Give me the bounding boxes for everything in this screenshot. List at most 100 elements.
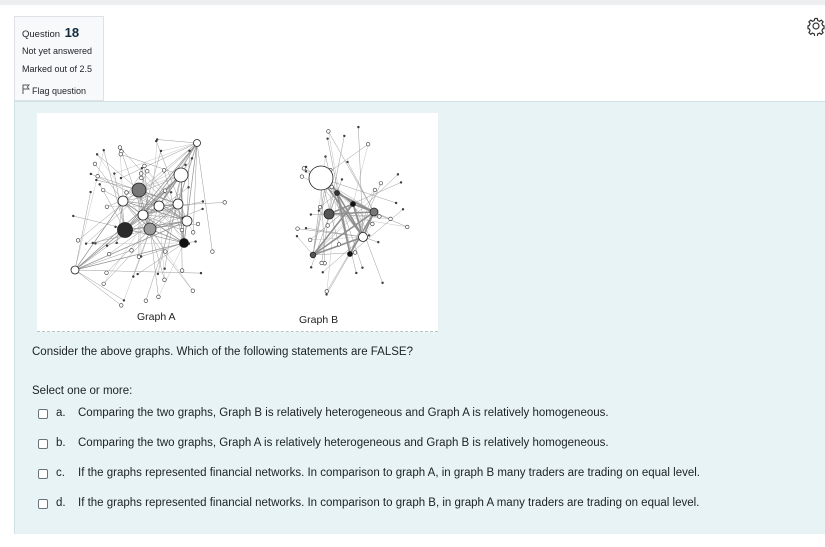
option-a-letter: a. xyxy=(56,407,66,419)
graph-a-leaf-node xyxy=(119,176,123,180)
graph-a-leaf-node xyxy=(129,248,134,253)
graph-b-leaf-node xyxy=(299,174,305,179)
graph-a-edge xyxy=(120,154,182,176)
option-a-text[interactable]: Comparing the two graphs, Graph B is rel… xyxy=(78,407,609,419)
graph-b-edge xyxy=(349,209,404,255)
graph-a-leaf-node xyxy=(162,277,167,282)
graph-a-leaf-node xyxy=(95,178,98,182)
graph-a-leaf-node xyxy=(115,241,118,245)
graph-b-hub-node xyxy=(369,207,379,217)
graph-a-network xyxy=(70,138,227,308)
graph-a-leaf-node xyxy=(118,152,123,157)
option-d[interactable]: d. If the graphs represented financial n… xyxy=(38,496,798,514)
graph-b-edges xyxy=(296,127,408,295)
graph-a-leaf-node xyxy=(156,294,161,299)
graph-a-leaf-node xyxy=(139,171,144,176)
graph-a-leaf-node xyxy=(75,238,81,243)
graph-a-edge xyxy=(123,228,151,301)
option-a[interactable]: a. Comparing the two graphs, Graph B is … xyxy=(38,406,798,424)
graph-b-leaf-node xyxy=(295,235,299,238)
graph-b-leaf-node xyxy=(309,266,313,269)
option-c-text[interactable]: If the graphs represented financial netw… xyxy=(78,467,700,479)
option-b-text[interactable]: Comparing the two graphs, Graph A is rel… xyxy=(78,437,609,449)
graph-b-leaf-node xyxy=(304,165,308,169)
graph-a-leaf-node xyxy=(143,298,148,303)
graph-b-hub-node xyxy=(309,251,317,259)
graph-a-leaf-node xyxy=(201,207,204,211)
graph-a-edge xyxy=(74,269,125,301)
graph-b-network xyxy=(295,125,410,296)
graph-a-hub-node xyxy=(70,265,80,275)
graph-a-hub-node xyxy=(153,200,165,212)
graph-b-leaf-node xyxy=(361,266,364,269)
graph-a-leaf-node xyxy=(210,249,215,254)
graph-a-hub-node xyxy=(131,182,147,198)
option-d-checkbox[interactable] xyxy=(38,499,48,509)
graph-a-leaf-node xyxy=(163,249,168,254)
answer-prompt: Select one or more: xyxy=(32,385,133,397)
graph-a-leaf-node xyxy=(222,200,227,205)
graph-b-hub-node xyxy=(350,201,356,207)
graph-b-leaf-node xyxy=(394,201,398,205)
graph-b-leaf-node xyxy=(366,142,371,147)
graph-b-leaf-node xyxy=(326,137,329,140)
graph-a-leaf-node xyxy=(101,281,106,286)
graph-b-leaf-node xyxy=(405,224,410,230)
graph-a-hub-node xyxy=(137,209,149,221)
graph-a-leaf-node xyxy=(102,149,105,152)
graph-a-leaf-node xyxy=(145,169,150,174)
graph-a-leaf-node xyxy=(105,244,109,247)
graph-a-leaf-node xyxy=(180,268,185,273)
option-b-letter: b. xyxy=(56,437,66,449)
option-c[interactable]: c. If the graphs represented financial n… xyxy=(38,466,798,484)
flag-icon xyxy=(22,84,32,96)
graph-a-leaf-node xyxy=(140,167,144,170)
graph-b-leaf-node xyxy=(352,250,358,255)
graph-a-leaf-node xyxy=(191,230,196,235)
graph-b-leaf-node xyxy=(324,289,329,294)
graph-a-leaf-node xyxy=(179,227,185,233)
graph-b-leaf-node xyxy=(343,134,346,138)
graph-a-leaf-node xyxy=(163,267,166,270)
graph-b-hub-node xyxy=(334,190,340,196)
option-c-checkbox[interactable] xyxy=(38,469,48,479)
gear-icon[interactable] xyxy=(807,16,825,37)
graph-a-hub-node xyxy=(143,222,157,236)
graph-a-hub-node xyxy=(181,215,193,227)
graph-a-edge xyxy=(196,142,213,252)
graph-b-leaf-node xyxy=(326,129,331,134)
top-bar xyxy=(0,0,825,5)
graph-a-edge xyxy=(96,154,140,191)
graph-a-leaf-node xyxy=(117,145,123,150)
flag-question-label: Flag question xyxy=(32,86,87,96)
graph-a-edge xyxy=(74,269,122,306)
graph-a-leaf-node xyxy=(92,161,98,166)
graph-b-leaf-node xyxy=(319,260,324,266)
graphs-figure: Graph A Graph B xyxy=(37,113,438,332)
graph-b-leaf-node xyxy=(308,237,313,243)
option-b[interactable]: b. Comparing the two graphs, Graph A is … xyxy=(38,436,798,454)
graph-a-leaf-node xyxy=(122,299,126,302)
question-number: Question 18 xyxy=(22,25,79,40)
option-d-text[interactable]: If the graphs represented financial netw… xyxy=(78,497,699,509)
graph-a-leaf-node xyxy=(156,272,160,276)
graph-b-leaf-node xyxy=(304,226,308,230)
graph-a-leaf-node xyxy=(187,186,190,189)
graph-b-hub-node xyxy=(358,232,368,242)
option-b-checkbox[interactable] xyxy=(38,439,48,449)
graph-b-label: Graph B xyxy=(299,314,338,326)
graph-b-leaf-node xyxy=(321,271,324,274)
graph-a-hub-node xyxy=(173,167,189,183)
graph-b-leaf-node xyxy=(357,125,360,129)
graph-a-leaf-node xyxy=(136,272,139,276)
graph-a-hub-node xyxy=(117,222,133,238)
graph-a-leaf-node xyxy=(91,241,94,245)
marks-info: Marked out of 2.5 xyxy=(22,64,93,74)
graph-b-leaf-node xyxy=(370,221,375,227)
graph-b-leaf-node xyxy=(340,178,344,181)
graph-a-leaf-node xyxy=(199,271,203,275)
option-a-checkbox[interactable] xyxy=(38,409,48,419)
graph-b-leaf-node xyxy=(377,214,382,219)
graph-a-leaf-node xyxy=(190,288,195,293)
flag-question-link[interactable]: Flag question xyxy=(22,84,86,96)
